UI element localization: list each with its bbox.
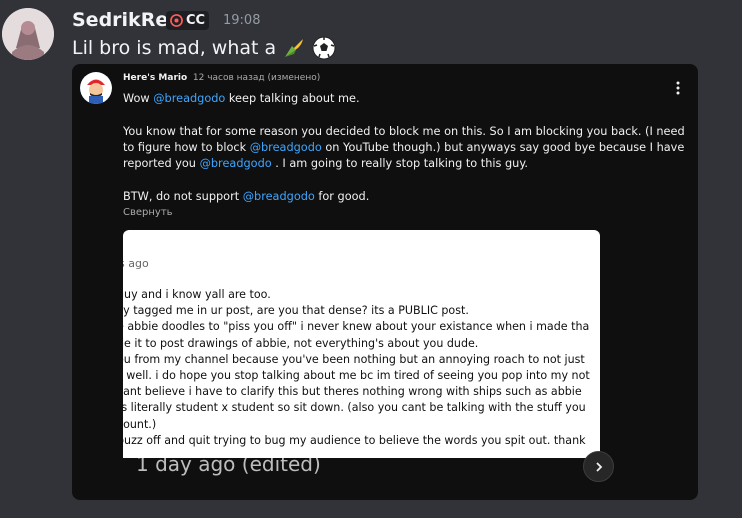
collapse-link[interactable]: Свернуть [123, 207, 173, 218]
comment-header: Here's Mario 12 часов назад (изменено) [123, 73, 320, 83]
comment-body: Wow @breadgodo keep talking about me. Yo… [123, 91, 693, 205]
comment-paragraph: BTW, do not support @breadgodo for good. [123, 189, 693, 205]
screenshot-line: s well. i do hope you stop talking about… [123, 369, 590, 383]
screenshot-line: buzz off and quit trying to bug my audie… [123, 433, 586, 447]
comment-text: BTW, do not support [123, 189, 243, 203]
comment-author[interactable]: Here's Mario [123, 73, 187, 83]
clan-tag-label: CC [186, 13, 206, 28]
mention-link[interactable]: @breadgodo [153, 92, 225, 105]
screenshot-line: guy and i know yall are too. [123, 288, 271, 301]
commenter-avatar[interactable] [80, 72, 112, 104]
screenshot-line: count.) [123, 417, 157, 431]
message-text: Lil bro is mad, what a [72, 37, 277, 59]
mention-link[interactable]: @breadgodo [243, 190, 315, 203]
screenshot-line: de it to post drawings of abbie, not eve… [123, 336, 479, 350]
comment-text: for good. [314, 189, 370, 203]
screenshot-time: s ago [123, 257, 149, 270]
next-image-button[interactable] [583, 451, 614, 482]
youtube-comment-embed: Here's Mario 12 часов назад (изменено) W… [72, 64, 698, 500]
message-content: Lil bro is mad, what a [72, 36, 336, 60]
corn-emoji[interactable] [282, 36, 306, 60]
screenshot-line: e abbie doodles to "piss you off" i neve… [123, 320, 590, 334]
screenshot-overflow: 1 day ago (edited) [123, 458, 600, 478]
screenshot-line: ts literally student x student so sit do… [123, 401, 586, 415]
flame-icon [170, 14, 183, 27]
chevron-right-icon [595, 461, 602, 472]
comment-meta: 12 часов назад (изменено) [192, 73, 321, 83]
user-avatar[interactable] [2, 8, 54, 60]
screenshot-line: lly tagged me in ur post, are you that d… [123, 304, 469, 318]
mention-link[interactable]: @breadgodo [200, 157, 272, 170]
comment-text: . I am going to really stop talking to t… [271, 157, 528, 171]
message-timestamp[interactable]: 19:08 [223, 13, 260, 28]
screenshot-text: guy and i know yall are too. lly tagged … [123, 287, 590, 449]
comment-text: keep talking about me. [225, 92, 360, 105]
screenshot-line: cant believe i have to clarify this but … [123, 385, 582, 399]
screenshot-line: ou from my channel because you've been n… [123, 352, 585, 366]
comment-text: Wow [123, 92, 154, 105]
screenshot-edited-time: 1 day ago (edited) [136, 458, 321, 476]
mention-link[interactable]: @breadgodo [250, 141, 322, 154]
clan-tag[interactable]: CC [166, 11, 210, 30]
soccer-ball-emoji[interactable] [312, 36, 336, 60]
attached-screenshot[interactable]: s ago guy and i know yall are too. lly t… [123, 230, 600, 458]
comment-paragraph: Wow @breadgodo keep talking about me. [123, 91, 693, 107]
comment-paragraph: You know that for some reason you decide… [123, 124, 693, 173]
